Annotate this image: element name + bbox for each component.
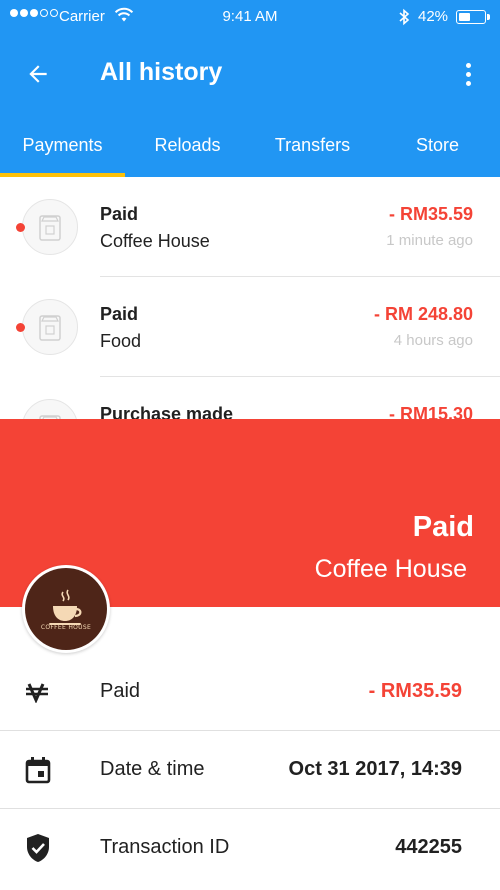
detail-label: Paid: [100, 680, 141, 702]
detail-row-transaction-id: Transaction ID 442255: [0, 809, 500, 887]
toolbar: All history: [0, 40, 500, 106]
shield-check-icon: [24, 834, 52, 862]
tab-payments[interactable]: Payments: [0, 118, 125, 177]
detail-row-amount: Paid - RM35.59: [0, 653, 500, 731]
transaction-time: 1 minute ago: [386, 232, 473, 249]
detail-status: Paid: [412, 511, 474, 543]
transaction-row[interactable]: Paid Food - RM 248.80 4 hours ago: [0, 277, 500, 377]
tab-transfers[interactable]: Transfers: [250, 118, 375, 177]
detail-merchant: Coffee House: [314, 555, 467, 583]
battery-icon: [456, 10, 490, 24]
transaction-status: Paid: [100, 204, 139, 224]
tab-store[interactable]: Store: [375, 118, 500, 177]
unread-dot: [16, 223, 25, 232]
currency-icon: [24, 678, 52, 706]
app-bar: Carrier 9:41 AM 42% All history Payments…: [0, 0, 500, 177]
merchant-logo-text: COFFEE HOUSE: [40, 624, 92, 631]
bluetooth-icon: [399, 8, 410, 26]
transaction-merchant: Food: [100, 331, 142, 351]
detail-value: 442255: [395, 836, 462, 858]
store-icon: [22, 199, 78, 255]
transaction-status: Paid: [100, 304, 139, 324]
transaction-time: 4 hours ago: [393, 332, 473, 349]
tab-bar: Payments Reloads Transfers Store: [0, 118, 500, 177]
transaction-detail-sheet: Paid Coffee House COFFEE HOUSE Paid - RM…: [0, 419, 500, 890]
transaction-amount: - RM35.59: [388, 204, 473, 224]
tab-reloads[interactable]: Reloads: [125, 118, 250, 177]
detail-value: - RM35.59: [368, 680, 462, 702]
transaction-merchant: Coffee House: [100, 231, 210, 251]
detail-row-datetime: Date & time Oct 31 2017, 14:39: [0, 731, 500, 809]
detail-label: Date & time: [100, 758, 205, 780]
merchant-logo: COFFEE HOUSE: [22, 565, 110, 653]
arrow-left-icon: [29, 65, 47, 83]
battery-percent: 42%: [418, 8, 449, 25]
store-icon: [22, 299, 78, 355]
page-title: All history: [100, 58, 223, 86]
transaction-amount: - RM 248.80: [373, 304, 473, 324]
back-button[interactable]: [18, 54, 58, 94]
more-options-button[interactable]: [456, 56, 480, 92]
transaction-row[interactable]: Paid Coffee House - RM35.59 1 minute ago: [0, 177, 500, 277]
calendar-icon: [24, 756, 52, 784]
unread-dot: [16, 323, 25, 332]
status-bar: Carrier 9:41 AM 42%: [0, 0, 500, 36]
detail-value: Oct 31 2017, 14:39: [288, 758, 462, 780]
detail-label: Transaction ID: [100, 836, 230, 858]
